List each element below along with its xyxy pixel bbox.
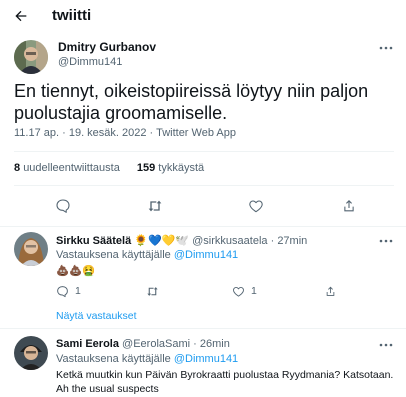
author-handle[interactable]: @Dimmu141 — [58, 56, 122, 68]
replying-to-handle[interactable]: @Dimmu141 — [174, 249, 238, 261]
reply-count: 1 — [75, 285, 81, 297]
like-icon[interactable] — [245, 195, 267, 217]
top-bar: twiitti — [0, 0, 406, 34]
reply-time[interactable]: 26min — [200, 338, 230, 350]
reply-time[interactable]: 27min — [277, 235, 307, 247]
tweet-text: En tiennyt, oikeistopiireissä löytyy nii… — [14, 81, 369, 123]
reply-author-name[interactable]: Sami Eerola — [56, 338, 119, 350]
show-replies-link[interactable]: Näytä vastaukset — [56, 310, 137, 322]
like-count: 1 — [251, 285, 257, 297]
reply-author-handle[interactable]: @sirkkusaatela — [192, 235, 267, 247]
retweets-count[interactable]: 8 — [14, 162, 20, 174]
page-title: twiitti — [52, 7, 92, 24]
reply-header: Sirkku Säätelä 🌻💙💛🕊️ @sirkkusaatela · 27… — [56, 235, 308, 247]
reply-header: Sami Eerola @EerolaSami · 26min — [56, 338, 230, 350]
divider — [0, 226, 406, 227]
share-button[interactable] — [324, 283, 337, 299]
share-icon[interactable] — [338, 195, 360, 217]
reply-text: 💩💩🤮 — [56, 265, 96, 277]
reply-button[interactable]: 1 — [56, 283, 81, 299]
reply-author-handle[interactable]: @EerolaSami — [122, 338, 190, 350]
more-options-icon[interactable] — [378, 236, 394, 246]
divider — [0, 328, 406, 329]
reply-author-name[interactable]: Sirkku Säätelä — [56, 235, 131, 247]
likes-count[interactable]: 159 — [137, 162, 155, 174]
retweets-label[interactable]: uudelleentwiittausta — [23, 162, 120, 174]
back-arrow-icon[interactable] — [10, 5, 32, 27]
tweet-action-bar — [0, 195, 406, 217]
reply-icon[interactable] — [52, 195, 74, 217]
replying-to: Vastauksena käyttäjälle @Dimmu141 — [56, 353, 238, 365]
replying-to-prefix: Vastauksena käyttäjälle — [56, 353, 171, 365]
replying-to-handle[interactable]: @Dimmu141 — [174, 353, 238, 365]
reply-avatar[interactable] — [14, 336, 48, 370]
retweet-button[interactable] — [146, 283, 159, 299]
likes-label[interactable]: tykkäystä — [158, 162, 204, 174]
more-options-icon[interactable] — [378, 340, 394, 350]
author-avatar[interactable] — [14, 40, 48, 74]
reply-text: Ketkä muutkin kun Päivän Byrokraatti puo… — [56, 369, 394, 395]
name-emojis: 🌻💙💛🕊️ — [134, 235, 190, 247]
divider — [14, 185, 394, 186]
more-options-icon[interactable] — [378, 43, 394, 53]
like-button[interactable]: 1 — [232, 283, 257, 299]
retweet-icon[interactable] — [144, 195, 166, 217]
replying-to: Vastauksena käyttäjälle @Dimmu141 — [56, 249, 238, 261]
reply-action-bar: 1 1 — [56, 283, 396, 299]
tweet-stats: 8 uudelleentwiittausta 159 tykkäystä — [14, 162, 204, 174]
tweet-timestamp[interactable]: 11.17 ap. · 19. kesäk. 2022 · Twitter We… — [14, 127, 236, 139]
reply-avatar[interactable] — [14, 232, 48, 266]
divider — [14, 151, 394, 152]
replying-to-prefix: Vastauksena käyttäjälle — [56, 249, 171, 261]
author-name[interactable]: Dmitry Gurbanov — [58, 40, 156, 54]
